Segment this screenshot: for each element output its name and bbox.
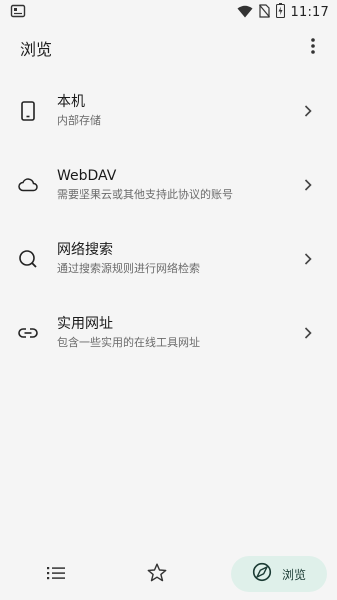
chevron-right-icon (301, 252, 315, 266)
battery-charging-icon (275, 2, 285, 22)
no-sim-icon (258, 3, 270, 22)
list-item-local[interactable]: 本机 内部存储 (0, 74, 337, 148)
chevron-right-icon (301, 104, 315, 118)
explore-icon (252, 562, 272, 586)
list-item-webdav[interactable]: WebDAV 需要坚果云或其他支持此协议的账号 (0, 148, 337, 222)
item-subtitle: 通过搜索源规则进行网络检索 (57, 262, 200, 275)
nav-browse-button[interactable]: 浏览 (231, 556, 327, 592)
nav-browse-label: 浏览 (281, 567, 306, 582)
page-title: 浏览 (20, 40, 53, 59)
item-title: WebDAV (57, 168, 117, 184)
list-item-useful-urls[interactable]: 实用网址 包含一些实用的在线工具网址 (0, 296, 337, 370)
cloud-icon (17, 174, 39, 196)
item-subtitle: 内部存储 (57, 114, 101, 127)
sd-card-icon (10, 3, 26, 22)
list-item-web-search[interactable]: 网络搜索 通过搜索源规则进行网络检索 (0, 222, 337, 296)
item-title: 实用网址 (57, 316, 113, 332)
star-icon (147, 563, 167, 586)
more-options-button[interactable] (301, 36, 325, 60)
item-subtitle: 包含一些实用的在线工具网址 (57, 336, 200, 349)
nav-favorites-button[interactable] (131, 556, 183, 592)
search-icon (17, 248, 39, 270)
more-vert-icon (311, 38, 315, 58)
status-time: 11:17 (290, 4, 329, 20)
phone-icon (17, 100, 39, 122)
status-bar: 11:17 (0, 0, 337, 24)
item-title: 网络搜索 (57, 242, 113, 258)
item-subtitle: 需要坚果云或其他支持此协议的账号 (57, 188, 233, 201)
chevron-right-icon (301, 326, 315, 340)
wifi-icon (237, 3, 253, 22)
nav-bookshelf-button[interactable] (30, 556, 82, 592)
item-title: 本机 (57, 94, 85, 110)
chevron-right-icon (301, 178, 315, 192)
list-icon (47, 565, 65, 584)
app-bar: 浏览 (0, 28, 337, 68)
link-icon (17, 322, 39, 344)
screen: 11:17 浏览 本机 内部存储 WebDAV 需要坚果云或其他支持此协议的账号… (0, 0, 337, 600)
browse-list: 本机 内部存储 WebDAV 需要坚果云或其他支持此协议的账号 网络搜索 通过搜… (0, 74, 337, 370)
bottom-nav: 浏览 (0, 548, 337, 600)
